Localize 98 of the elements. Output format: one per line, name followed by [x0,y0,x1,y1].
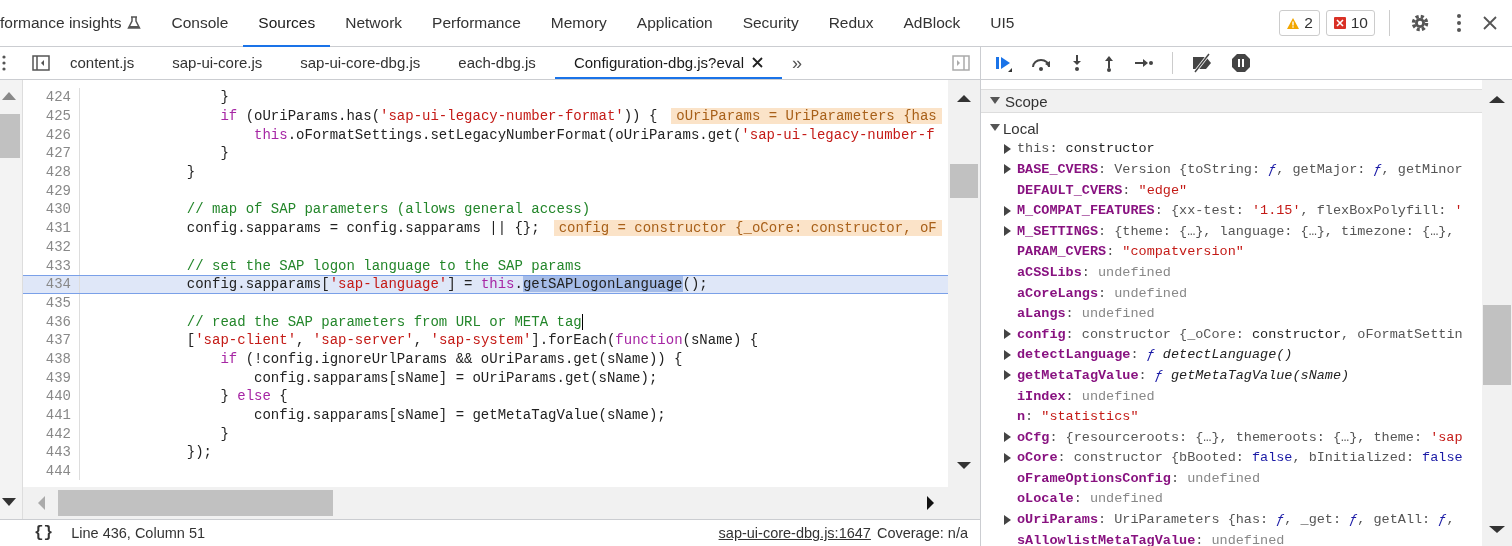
warning-counter[interactable]: 2 [1279,10,1320,36]
line-number: 428 [23,162,80,182]
line-number: 437 [23,330,80,350]
source-link[interactable]: sap-ui-core-dbg.js:1647 [718,525,871,541]
scope-entry: this: constructor [1016,141,1155,157]
scope-entry: oUriParams: UriParameters {has: ƒ, _get: ƒ, getAll: ƒ, [1016,512,1455,528]
more-tabs-button[interactable]: » [782,47,812,79]
panel-tab[interactable]: Console [156,0,244,47]
line-number: 434 [23,275,80,293]
deactivate-breakpoints-icon[interactable] [1191,53,1213,73]
inline-value: oUriParams = UriParameters {has [671,108,942,125]
scope-entry: config: constructor {_oCore: constructor, oFormatSettin [1016,326,1463,342]
file-tab[interactable]: each-dbg.js [439,47,555,79]
scope-entry: oCore: constructor {bBooted: false, bInitialized: false [1016,450,1463,466]
step-out-icon[interactable] [1102,54,1116,72]
line-number: 441 [23,405,80,425]
scope-entry: oCfg: {resourceroots: {…}, themeroots: {…}, theme: 'sap [1016,429,1463,445]
line-number: 442 [23,424,80,444]
scope-entry: PARAM_CVERS: "compatversion" [1016,244,1244,260]
code-line: config.sapparams[sName] = oUriParams.get(sName); [253,369,658,386]
code-line: } [219,89,229,106]
code-line: } [219,425,229,442]
code-line: config.sapparams['sap-language'] = this.getSAPLogonLanguage(); [185,276,708,293]
error-icon [1332,16,1347,30]
line-number: 443 [23,443,80,462]
code-line: config.sapparams[sName] = getMetaTagValue(sName); [253,407,666,424]
scope-header[interactable]: Scope [981,89,1482,113]
code-line: } [219,145,229,162]
line-number: 424 [23,88,80,107]
line-number: 435 [23,293,80,313]
scope-section-title[interactable]: Local [1001,119,1039,137]
code-line: config.sapparams = config.sapparams || {}; [185,220,540,237]
scope-entry: M_SETTINGS: {theme: {…}, language: {…}, timezone: {…}, [1016,223,1455,239]
code-line: // read the SAP parameters from URL or META tag [185,313,582,330]
close-icon[interactable] [752,56,763,68]
code-line: ['sap-client', 'sap-server', 'sap-system'].forEach(function(sName) { [185,332,759,349]
code-line: } [185,164,196,181]
code-line: if (!config.ignoreUrlParams && oUriParams.get(sName)) { [219,350,683,367]
line-number: 432 [23,237,80,257]
code-line: this.oFormatSettings.setLegacyNumberFormat(oUriParams.get('sap-ui-legacy-number-f [253,126,935,143]
panel-tab[interactable]: formance insights [0,0,157,47]
close-icon[interactable] [1482,15,1498,31]
scope-entry: BASE_CVERS: Version {toString: ƒ, getMajor: ƒ, getMinor [1016,162,1463,177]
line-number: 425 [23,106,80,126]
line-number: 433 [23,256,80,275]
file-tab[interactable]: sap-ui-core.js [153,47,282,79]
panel-tab[interactable]: Sources [243,0,331,47]
scope-entry: iIndex: undefined [1016,388,1155,404]
file-tab[interactable]: Configuration-dbg.js?eval [554,47,782,79]
scope-entry: detectLanguage: ƒ detectLanguage() [1016,347,1293,363]
warning-icon [1286,16,1301,30]
line-number: 438 [23,349,80,369]
panel-tab[interactable]: Security [727,0,814,47]
code-line: }); [185,444,213,461]
more-icon[interactable] [2,54,6,72]
panel-tab[interactable]: UI5 [975,0,1030,47]
sidebar-toggle-icon[interactable] [32,55,50,71]
error-counter[interactable]: 10 [1325,10,1375,36]
flask-icon [127,15,142,30]
line-number: 431 [23,218,80,238]
more-menu-icon[interactable] [1456,13,1462,33]
scope-entry: aCoreLangs: undefined [1016,285,1188,301]
scope-entry: aLangs: undefined [1016,306,1155,322]
scope-entry: M_COMPAT_FEATURES: {xx-test: '1.15', flexBoxPolyfill: ' [1016,203,1463,219]
panel-tab[interactable]: Network [330,0,418,47]
panel-tab[interactable]: Application [621,0,728,47]
file-tab[interactable]: content.js [51,47,154,79]
code-line: if (oUriParams.has('sap-ui-legacy-number-format')) { [219,108,658,125]
code-line: // map of SAP parameters (allows general access) [185,201,591,218]
coverage-label: Coverage: n/a [876,525,968,541]
debugger-sidebar-toggle-icon[interactable] [952,55,970,71]
panel-tab[interactable]: Memory [535,0,622,47]
code-line: // set the SAP logon language to the SAP params [185,257,582,274]
pause-on-exceptions-icon[interactable] [1231,53,1251,73]
line-number: 429 [23,181,80,201]
scope-entry: getMetaTagValue: ƒ getMetaTagValue(sName) [1016,367,1350,383]
line-number: 430 [23,200,80,219]
panel-tab[interactable]: Performance [417,0,536,47]
inline-value: config = constructor {_oCore: constructor, oF [553,220,942,237]
line-number: 444 [23,461,80,481]
scope-entry: DEFAULT_CVERS: "edge" [1016,182,1188,198]
line-number: 436 [23,312,80,331]
scope-entry: oLocale: undefined [1016,491,1163,507]
file-tab[interactable]: sap-ui-core-dbg.js [281,47,440,79]
resume-icon[interactable] [995,54,1013,72]
pretty-print-button[interactable]: {} [34,524,54,542]
scope-entry: oFrameOptionsConfig: undefined [1016,470,1261,486]
line-number: 440 [23,387,80,406]
cursor-position: Line 436, Column 51 [71,525,206,541]
scope-entry: aCSSLibs: undefined [1016,264,1171,280]
line-number: 426 [23,125,80,145]
panel-tab[interactable]: AdBlock [888,0,976,47]
code-line: } else { [219,388,288,405]
scope-entry: sAllowlistMetaTagValue: undefined [1016,532,1285,546]
line-number: 439 [23,368,80,387]
line-number: 427 [23,144,80,163]
panel-tab[interactable]: Redux [813,0,889,47]
scope-entry: n: "statistics" [1016,409,1139,425]
